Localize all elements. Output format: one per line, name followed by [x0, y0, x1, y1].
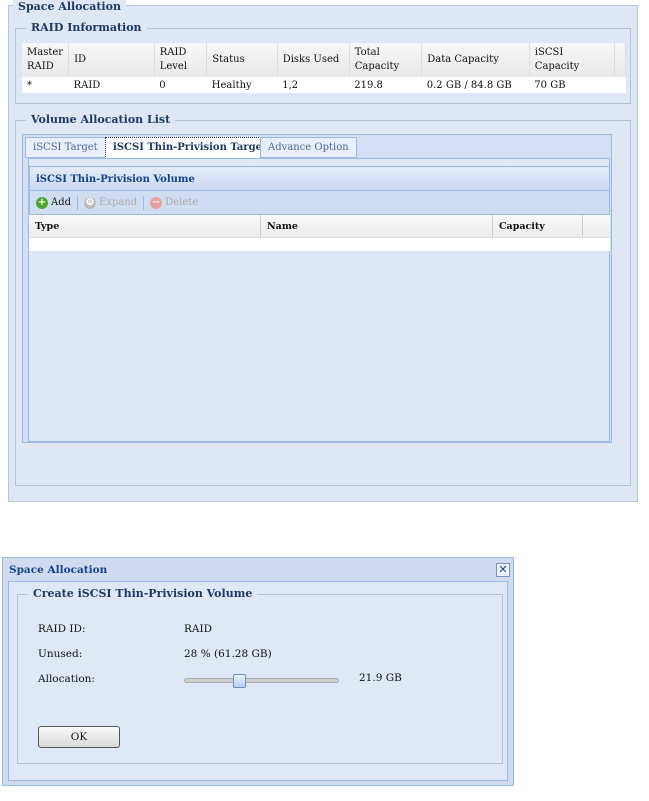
col-raid-level[interactable]: RAID Level	[154, 43, 208, 77]
volume-allocation-legend: Volume Allocation List	[26, 113, 176, 126]
col-total-capacity[interactable]: Total Capacity	[349, 43, 423, 77]
gear-icon: ⚙	[84, 196, 97, 209]
expand-label: Expand	[99, 197, 138, 208]
grid-toolbar: + Add ⚙ Expand − Delete	[29, 191, 610, 215]
allocation-label: Allocation:	[38, 673, 95, 685]
cell-spacer	[614, 77, 626, 93]
cell-master: *	[22, 77, 69, 93]
cell-total: 219.8	[349, 77, 422, 93]
space-allocation-dialog: Space Allocation ✕ Create iSCSI Thin-Pri…	[2, 557, 514, 786]
add-icon: +	[36, 196, 48, 209]
cell-level: 0	[154, 77, 207, 93]
grid-title: iSCSI Thin-Privision Volume	[29, 166, 610, 191]
create-volume-legend: Create iSCSI Thin-Privision Volume	[28, 587, 258, 600]
allocation-value: 21.9 GB	[359, 672, 402, 684]
unused-value: 28 % (61.28 GB)	[184, 648, 272, 660]
col-disks-used[interactable]: Disks Used	[277, 43, 350, 77]
col-master-raid[interactable]: Master RAID	[22, 43, 70, 77]
slider-thumb[interactable]	[232, 674, 246, 688]
col-data-capacity[interactable]: Data Capacity	[421, 43, 530, 77]
cell-id: RAID	[68, 77, 155, 93]
col-name[interactable]: Name	[261, 215, 493, 237]
raid-id-label: RAID ID:	[38, 623, 86, 635]
cell-status: Healthy	[206, 77, 278, 93]
raid-information-legend: RAID Information	[26, 21, 147, 34]
add-label: Add	[51, 197, 72, 208]
col-spacer	[583, 215, 610, 237]
thin-provision-panel: iSCSI Thin-Privision Volume + Add ⚙ Expand…	[28, 158, 610, 442]
col-iscsi-capacity[interactable]: iSCSI Capacity	[529, 43, 615, 77]
tab-iscsi-thin-provision-target[interactable]: iSCSI Thin-Privision Target	[105, 137, 275, 159]
empty-grid-row	[29, 238, 610, 251]
tab-panel: iSCSI Target iSCSI Thin-Privision Target…	[22, 134, 612, 443]
delete-button[interactable]: − Delete	[150, 196, 199, 209]
table-header-row: Master RAID ID RAID Level Status Disks U…	[22, 43, 627, 77]
close-icon[interactable]: ✕	[496, 563, 510, 577]
cell-iscsi: 70 GB	[529, 77, 615, 93]
delete-icon: −	[150, 196, 163, 209]
table-row[interactable]: * RAID 0 Healthy 1,2 219.8 0.2 GB / 84.8…	[22, 77, 626, 93]
toolbar-separator	[77, 195, 79, 210]
add-button[interactable]: + Add	[36, 196, 72, 209]
delete-label: Delete	[165, 197, 199, 208]
cell-disks: 1,2	[277, 77, 350, 93]
panel-title: Space Allocation	[13, 0, 126, 13]
col-status[interactable]: Status	[206, 43, 278, 77]
toolbar-separator	[143, 195, 145, 210]
raid-table: Master RAID ID RAID Level Status Disks U…	[22, 43, 627, 93]
grid-header: Type Name Capacity	[29, 215, 610, 238]
raid-id-value: RAID	[184, 623, 213, 635]
col-type[interactable]: Type	[29, 215, 261, 237]
col-capacity[interactable]: Capacity	[493, 215, 583, 237]
ok-button[interactable]: OK	[38, 726, 120, 748]
dialog-title: Space Allocation	[9, 564, 108, 576]
tab-advance-option[interactable]: Advance Option	[260, 137, 357, 158]
expand-button[interactable]: ⚙ Expand	[84, 196, 138, 209]
col-spacer	[614, 43, 627, 77]
dialog-body: Create iSCSI Thin-Privision Volume RAID …	[8, 581, 508, 781]
allocation-slider[interactable]	[184, 674, 339, 688]
unused-label: Unused:	[38, 648, 83, 660]
create-volume-fieldset: Create iSCSI Thin-Privision Volume RAID …	[17, 587, 503, 764]
cell-data: 0.2 GB / 84.8 GB	[421, 77, 530, 93]
col-id[interactable]: ID	[68, 43, 155, 77]
tab-iscsi-target[interactable]: iSCSI Target	[25, 137, 106, 158]
